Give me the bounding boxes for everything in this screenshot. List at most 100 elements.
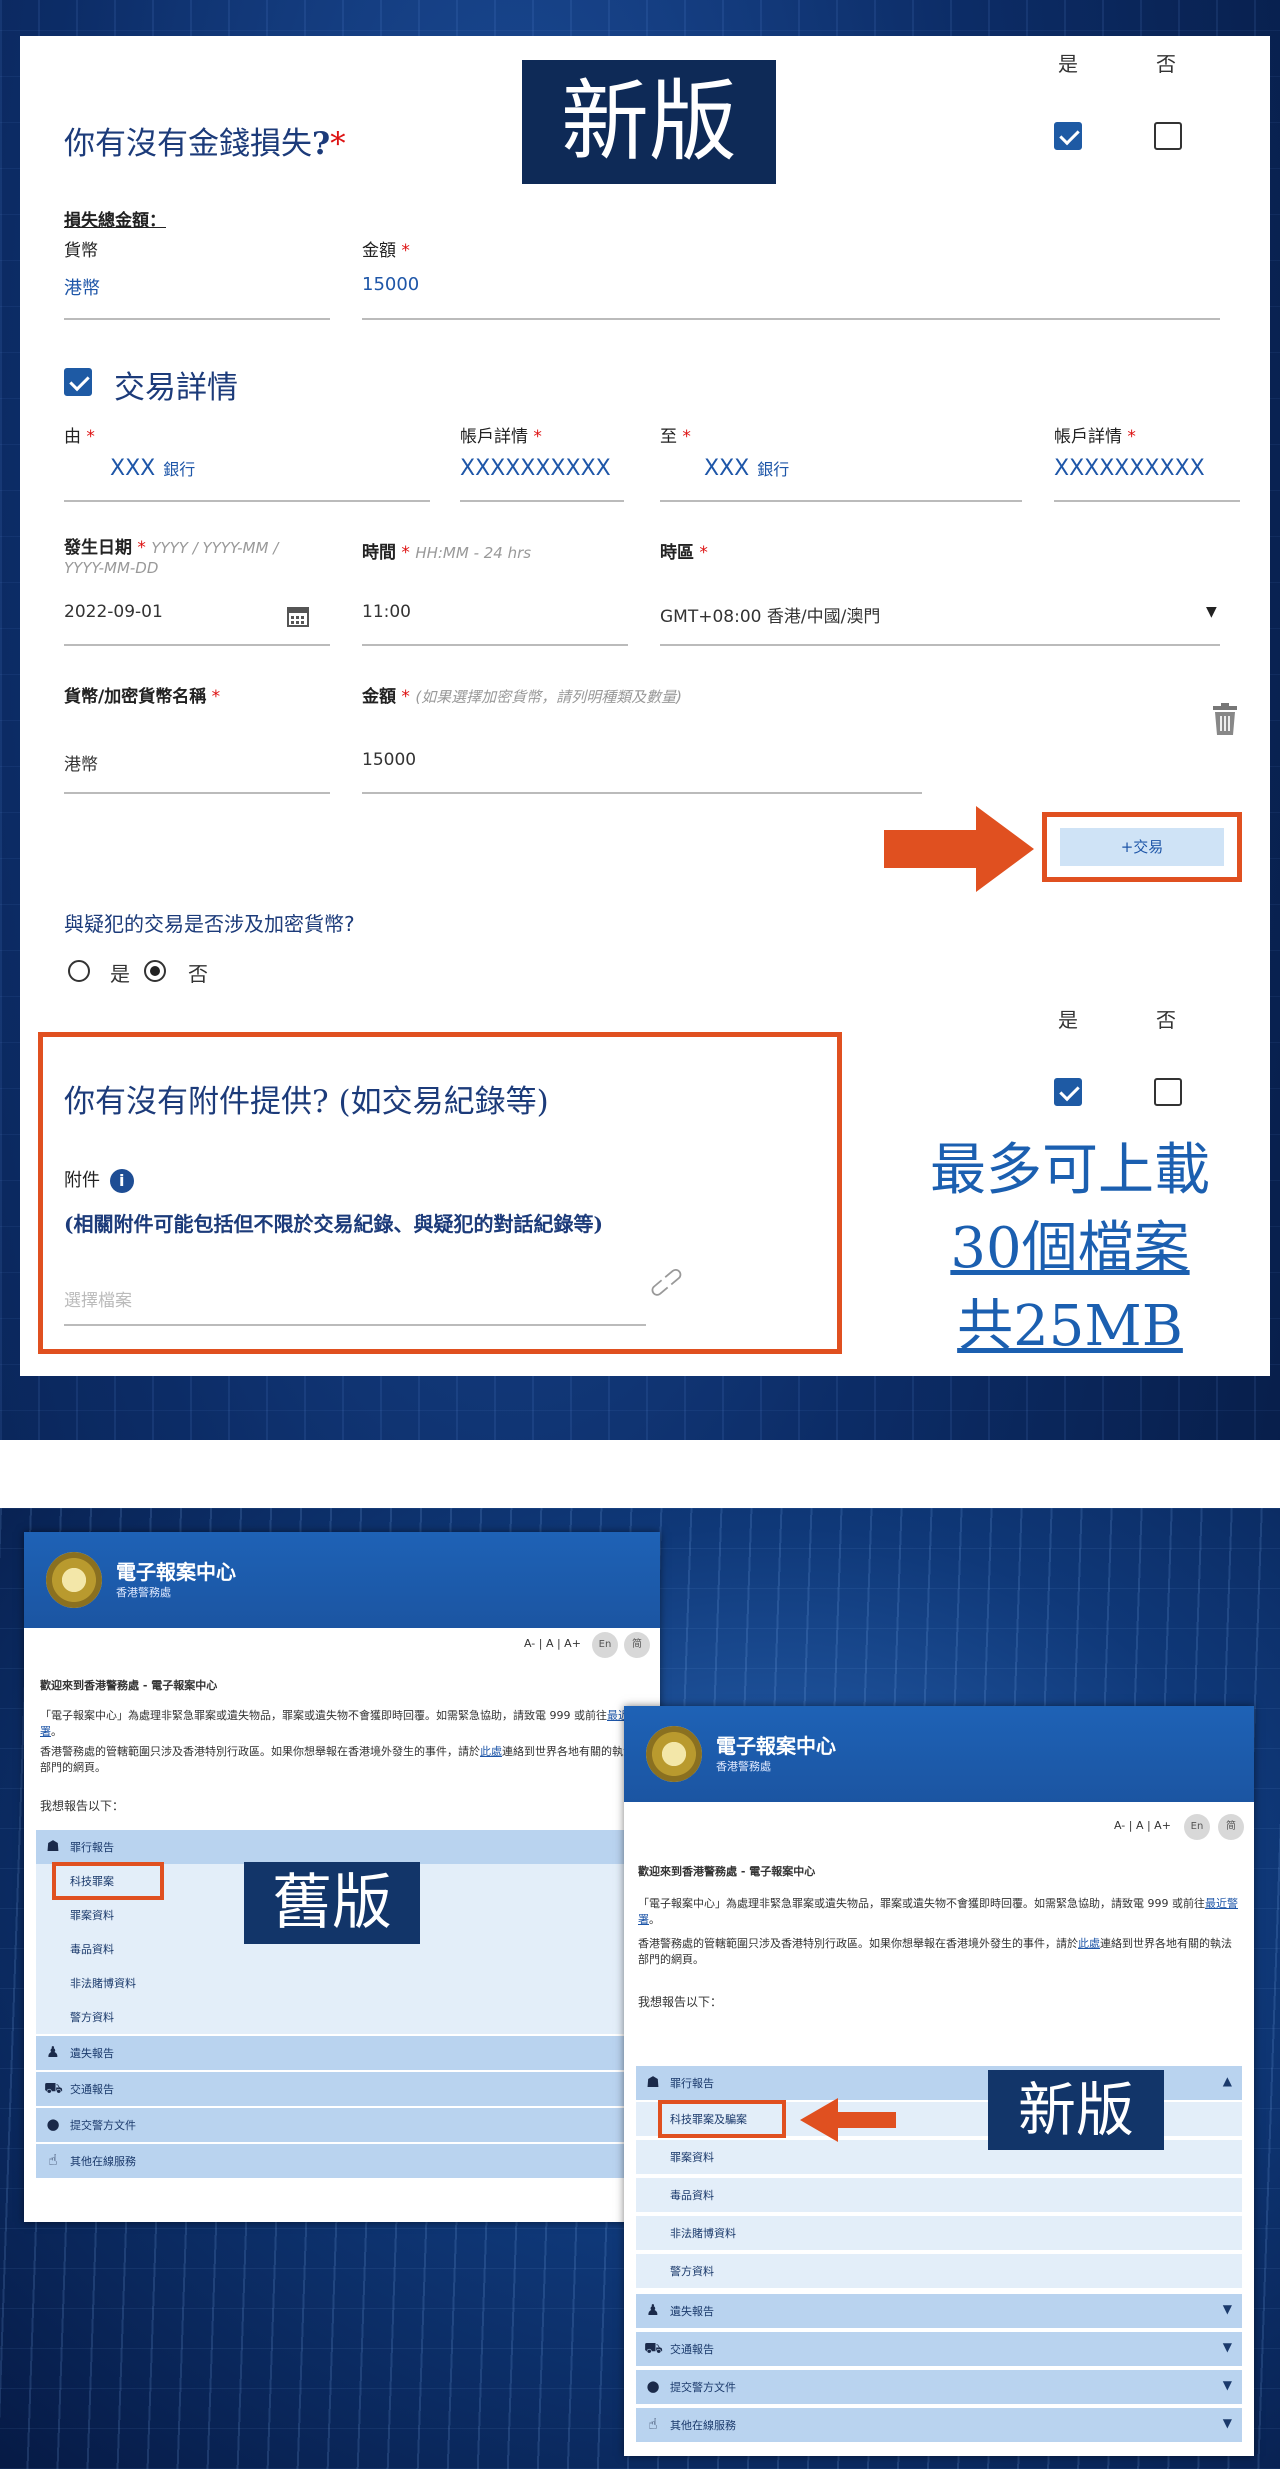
- attach-question: 你有沒有附件提供? (如交易紀錄等): [64, 1084, 549, 1120]
- old-menu-documents[interactable]: ●提交警方文件▼: [36, 2108, 648, 2142]
- txn-details-checkbox[interactable]: [64, 368, 92, 396]
- car-icon: ⛟: [44, 2079, 63, 2097]
- attach-label: 附件 i: [64, 1166, 134, 1193]
- date-label: 發生日期 * YYYY / YYYY-MM / YYYY-MM-DD: [64, 538, 279, 577]
- currency-value[interactable]: 港幣: [64, 274, 100, 300]
- info-icon[interactable]: i: [109, 1169, 134, 1193]
- add-transaction-button[interactable]: +交易: [1060, 828, 1224, 866]
- crypto-currency-label: 貨幣/加密貨幣名稱 *: [64, 687, 221, 707]
- new-welcome: 歡迎來到香港警務處 - 電子報案中心: [638, 1865, 816, 1878]
- from-account-field[interactable]: XXXXXXXXXX: [460, 456, 611, 481]
- amount2-label: 金額 * (如果選擇加密貨幣，請列明種類及數量): [362, 687, 683, 707]
- hand-icon: ☝: [48, 2151, 58, 2169]
- attach-no-checkbox[interactable]: [1154, 1078, 1182, 1106]
- from-label: 由 *: [64, 427, 95, 447]
- amount-value[interactable]: 15000: [362, 274, 419, 295]
- to-account-label: 帳戶詳情 *: [1054, 427, 1136, 447]
- loss-yes-checkbox[interactable]: [1054, 122, 1082, 150]
- old-sub-item-gambling-info[interactable]: 非法賭博資料: [36, 1966, 648, 2000]
- time-label: 時間 * HH:MM - 24 hrs: [362, 543, 532, 563]
- new-site-header: 電子報案中心 香港警務處: [624, 1706, 1254, 1802]
- loss-no-checkbox[interactable]: [1154, 122, 1182, 150]
- timezone-select[interactable]: GMT+08:00 香港/中國/澳門: [660, 602, 880, 627]
- file-picker-placeholder[interactable]: 選擇檔案: [64, 1286, 132, 1311]
- new-site-title: 電子報案中心: [716, 1734, 836, 1758]
- new-menu-traffic[interactable]: ⛟ 交通報告 ▼: [636, 2332, 1242, 2366]
- crime-report-icon: ☗: [646, 2073, 660, 2091]
- section-gap: [0, 1440, 1280, 1508]
- chevron-down-icon: ▼: [1222, 2302, 1232, 2316]
- old-intro-2: 香港警務處的管轄範圍只涉及香港特別行政區。如果你想舉報在香港境外發生的事件，請於…: [40, 1745, 634, 1774]
- new-menu-other[interactable]: ☝ 其他在線服務 ▼: [636, 2408, 1242, 2442]
- people-icon: ♟: [46, 2043, 60, 2061]
- old-sub-item-police-info[interactable]: 警方資料: [36, 2000, 648, 2034]
- chevron-down-icon: ▼: [1222, 2378, 1232, 2392]
- old-version-badge: 舊版: [244, 1862, 420, 1944]
- language-toggle-icon[interactable]: En: [592, 1632, 618, 1658]
- simplified-chinese-icon[interactable]: 简: [1218, 1814, 1244, 1840]
- to-bank-underline: [660, 500, 1022, 502]
- attach-note: (相關附件可能包括但不限於交易紀錄、與疑犯的對話紀錄等): [64, 1212, 603, 1236]
- old-report-heading: 我想報告以下：: [40, 1799, 125, 1813]
- new-sub-item-police-info[interactable]: 警方資料: [636, 2254, 1242, 2288]
- old-menu-other[interactable]: ☝其他在線服務▼: [36, 2144, 648, 2178]
- crypto-no-label: 否: [188, 962, 208, 986]
- timezone-label: 時區 *: [660, 543, 708, 563]
- amount2-value[interactable]: 15000: [362, 750, 416, 770]
- new-menu-lost[interactable]: ♟ 遺失報告 ▼: [636, 2294, 1242, 2328]
- currency2-value[interactable]: 港幣: [64, 750, 98, 775]
- chevron-down-icon: ▼: [1222, 2340, 1232, 2354]
- font-size-controls[interactable]: A- | A | A+: [1114, 1818, 1171, 1834]
- currency2-underline: [64, 792, 330, 794]
- calendar-icon[interactable]: [286, 604, 310, 628]
- from-account-label: 帳戶詳情 *: [460, 427, 542, 447]
- new-sub-item-gambling-info[interactable]: 非法賭博資料: [636, 2216, 1242, 2250]
- old-tech-crime-highlight: [52, 1862, 164, 1900]
- old-site-screenshot: 電子報案中心 香港警務處 A- | A | A+ En 简 歡迎來到香港警務處 …: [24, 1532, 660, 2222]
- dropdown-arrow-icon[interactable]: ▼: [1206, 604, 1217, 620]
- time-underline: [362, 644, 628, 646]
- total-loss-label: 損失總金額：: [64, 211, 166, 231]
- to-label: 至 *: [660, 427, 691, 447]
- police-logo-icon: [46, 1552, 102, 1608]
- new-menu-documents[interactable]: ● 提交警方文件 ▼: [636, 2370, 1242, 2404]
- crime-report-icon: ☗: [46, 1837, 60, 1855]
- upload-note-line3: 共25MB: [957, 1294, 1183, 1359]
- to-bank-field[interactable]: XXX 銀行: [704, 456, 789, 481]
- crypto-yes-radio[interactable]: [68, 960, 90, 982]
- new-site-screenshot: 電子報案中心 香港警務處 A- | A | A+ En 简 歡迎來到香港警務處 …: [624, 1706, 1254, 2456]
- date-value[interactable]: 2022-09-01: [64, 602, 163, 622]
- old-welcome: 歡迎來到香港警務處 - 電子報案中心: [40, 1679, 218, 1692]
- from-account-underline: [460, 500, 624, 502]
- chevron-up-icon: ▲: [1222, 2074, 1232, 2088]
- language-toggle-icon[interactable]: En: [1184, 1814, 1210, 1840]
- old-menu-traffic[interactable]: ⛟交通報告▼: [36, 2072, 648, 2106]
- time-value[interactable]: 11:00: [362, 602, 411, 622]
- upload-note-line1: 最多可上載: [930, 1138, 1210, 1203]
- document-icon: ●: [46, 2115, 60, 2133]
- crypto-question: 與疑犯的交易是否涉及加密貨幣?: [64, 912, 355, 936]
- crypto-no-radio[interactable]: [144, 960, 166, 982]
- new-sub-item-drug-info[interactable]: 毒品資料: [636, 2178, 1242, 2212]
- document-icon: ●: [646, 2377, 660, 2395]
- simplified-chinese-icon[interactable]: 简: [624, 1632, 650, 1658]
- old-intro-1: 「電子報案中心」為處理非緊急罪案或遺失物品，罪案或遺失物不會獲即時回覆。如需緊急…: [40, 1708, 640, 1740]
- trash-icon[interactable]: [1210, 702, 1240, 736]
- file-picker-underline: [64, 1324, 646, 1326]
- old-site-title: 電子報案中心: [116, 1560, 236, 1584]
- currency-label: 貨幣: [64, 241, 98, 261]
- upload-note-line2: 30個檔案: [950, 1216, 1190, 1281]
- attach-yes-checkbox[interactable]: [1054, 1078, 1082, 1106]
- from-bank-field[interactable]: XXX 銀行: [110, 456, 195, 481]
- to-account-field[interactable]: XXXXXXXXXX: [1054, 456, 1205, 481]
- loss-question: 你有沒有金錢損失?*: [64, 126, 346, 162]
- here-link[interactable]: 此處: [480, 1745, 502, 1758]
- amount-label: 金額 *: [362, 241, 410, 261]
- here-link[interactable]: 此處: [1078, 1937, 1100, 1950]
- old-menu-lost[interactable]: ♟遺失報告▼: [36, 2036, 648, 2070]
- old-menu-crime[interactable]: ☗罪行報告▲: [36, 1830, 648, 1864]
- yes-header: 是: [1058, 52, 1078, 76]
- arrow-right-icon: [884, 806, 1034, 892]
- font-size-controls[interactable]: A- | A | A+: [524, 1636, 581, 1652]
- txn-section-title: 交易詳情: [114, 370, 238, 406]
